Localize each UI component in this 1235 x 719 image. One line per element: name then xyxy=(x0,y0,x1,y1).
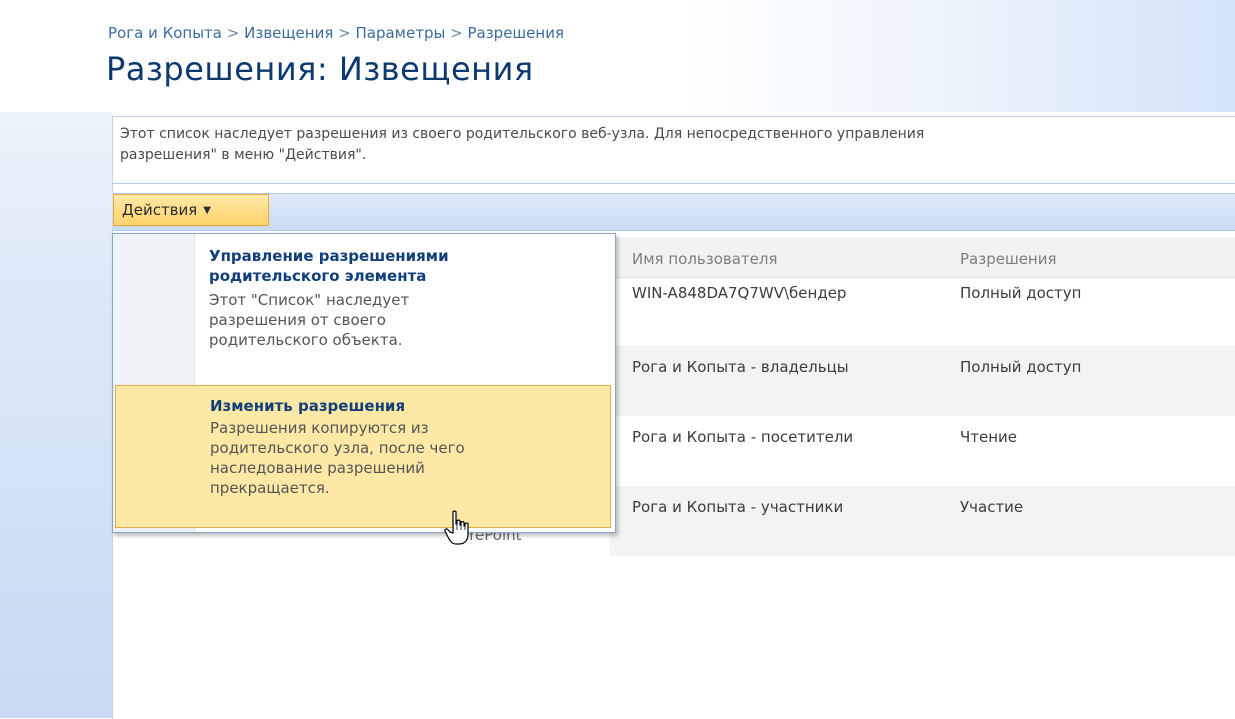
table-row-permission: Чтение xyxy=(960,428,1018,446)
breadcrumb-item-permissions: Разрешения xyxy=(467,24,564,42)
table-row-user[interactable]: Рога и Копыта - участники xyxy=(632,498,843,516)
column-header-user[interactable]: Имя пользователя xyxy=(632,250,778,268)
menu-item-edit-permissions[interactable]: Изменить разрешения Разрешения копируютс… xyxy=(115,385,611,528)
table-row-user[interactable]: Рога и Копыта - посетители xyxy=(632,428,853,446)
inheritance-info-text: Этот список наследует разрешения из свое… xyxy=(120,124,1235,166)
breadcrumb-separator: > xyxy=(338,24,351,42)
table-row xyxy=(610,486,1235,556)
divider xyxy=(112,183,1235,184)
toolbar xyxy=(112,193,1235,231)
table-row-permission: Полный доступ xyxy=(960,284,1082,302)
table-row-user[interactable]: Рога и Копыта - владельцы xyxy=(632,358,849,376)
info-text-line-2: разрешения" в меню "Действия". xyxy=(120,147,367,163)
page-title: Разрешения: Извещения xyxy=(106,50,534,88)
table-row xyxy=(610,346,1235,416)
menu-item-title: Изменить разрешения xyxy=(210,397,406,415)
hand-pointer-icon xyxy=(444,510,469,545)
chevron-down-icon: ▼ xyxy=(203,205,211,216)
breadcrumb-item-announcements[interactable]: Извещения xyxy=(244,24,333,42)
breadcrumb-item-settings[interactable]: Параметры xyxy=(355,24,445,42)
menu-item-manage-parent-permissions[interactable]: Управление разрешениями родительского эл… xyxy=(113,234,615,384)
table-row-permission: Полный доступ xyxy=(960,358,1082,376)
breadcrumb-item-site[interactable]: Рога и Копыта xyxy=(108,24,222,42)
actions-dropdown-menu: Управление разрешениями родительского эл… xyxy=(112,233,616,533)
table-row-permission: Участие xyxy=(960,498,1024,516)
menu-item-description: Этот "Список" наследует разрешения от св… xyxy=(209,291,410,349)
breadcrumb-separator: > xyxy=(450,24,463,42)
menu-item-description: Разрешения копируются из родительского у… xyxy=(210,419,465,497)
breadcrumb: Рога и Копыта > Извещения > Параметры > … xyxy=(108,24,564,42)
breadcrumb-separator: > xyxy=(226,24,240,42)
column-header-permissions[interactable]: Разрешения xyxy=(960,250,1057,268)
info-text-line-1: Этот список наследует разрешения из свое… xyxy=(120,126,925,142)
menu-item-title: Управление разрешениями родительского эл… xyxy=(209,247,449,285)
actions-button-label: Действия xyxy=(122,201,198,219)
actions-menu-button[interactable]: Действия ▼ xyxy=(113,194,269,226)
table-row-user[interactable]: WIN-A848DA7Q7WV\бендер xyxy=(632,284,846,302)
